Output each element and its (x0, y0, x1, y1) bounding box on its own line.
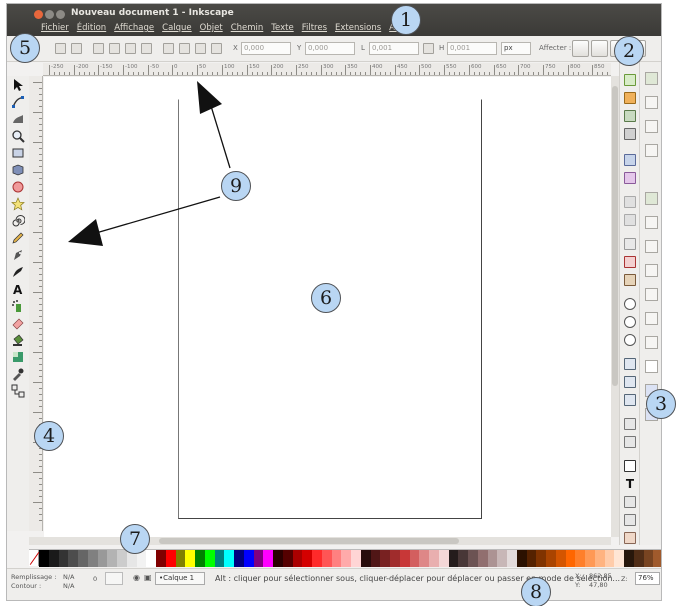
callout-1: 1 (391, 5, 421, 35)
callout-6: 6 (311, 283, 341, 313)
callout-2: 2 (614, 36, 644, 66)
arrowhead-vertical-ruler (68, 219, 103, 246)
arrowhead-ruler (197, 81, 222, 114)
callout-5: 5 (10, 33, 40, 63)
callout-9: 9 (221, 171, 251, 201)
callout-8: 8 (521, 577, 551, 606)
callout-7: 7 (120, 524, 150, 554)
arrow-9-to-ruler (210, 105, 231, 169)
callout-3: 3 (646, 389, 676, 419)
callout-4: 4 (34, 421, 64, 451)
arrow-9-to-vertical-ruler (95, 196, 221, 234)
